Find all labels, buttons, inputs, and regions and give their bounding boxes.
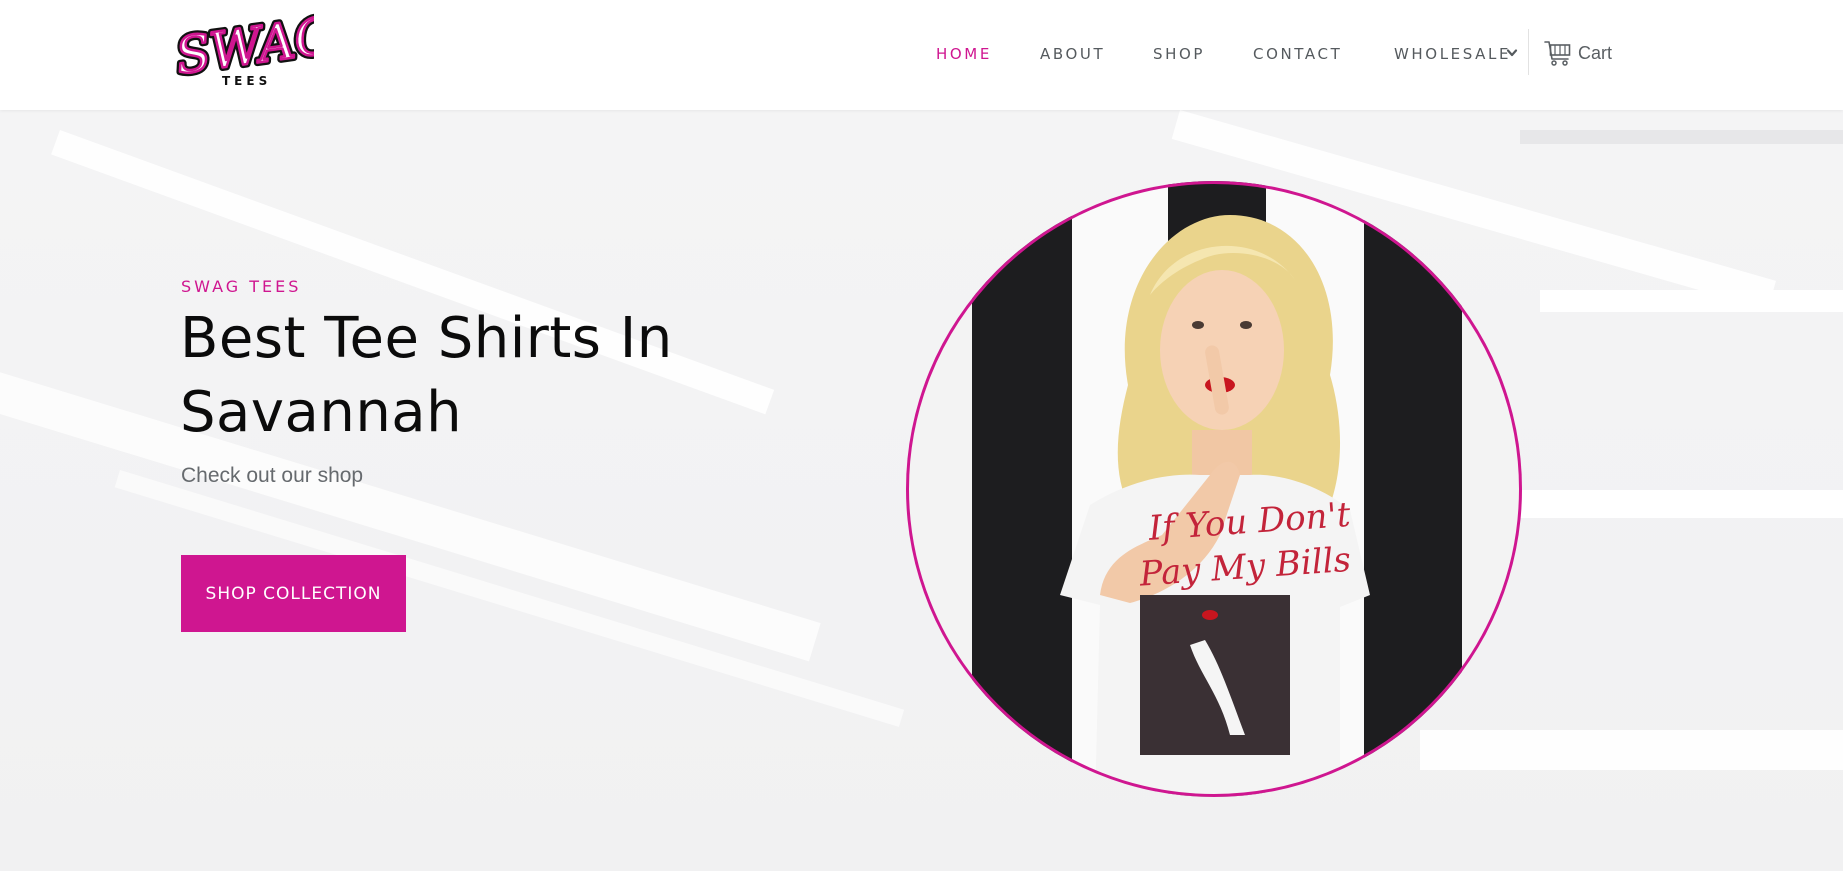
shop-collection-button[interactable]: SHOP COLLECTION	[181, 555, 406, 632]
hero-subtext: Check out our shop	[181, 464, 364, 487]
nav-item-home[interactable]: HOME	[936, 44, 992, 64]
svg-text:TEES: TEES	[222, 74, 271, 88]
hero-eyebrow: SWAG TEES	[181, 277, 302, 296]
nav-item-shop[interactable]: SHOP	[1153, 44, 1205, 64]
nav-divider	[1528, 29, 1529, 75]
chevron-down-icon[interactable]	[1506, 47, 1518, 59]
shopping-cart-icon	[1544, 41, 1571, 66]
site-header: SWAG SWAG TEES HOME ABOUT SHOP CONTACT W…	[0, 0, 1843, 110]
swag-tees-logo[interactable]: SWAG SWAG TEES	[172, 10, 314, 90]
cart-label: Cart	[1578, 43, 1613, 63]
hero-headline: Best Tee Shirts In Savannah	[180, 306, 673, 445]
hero-image: If You Don't Pay My Bills	[900, 175, 1528, 803]
nav-item-wholesale[interactable]: WHOLESALE	[1394, 44, 1511, 64]
nav-item-contact[interactable]: CONTACT	[1253, 44, 1342, 64]
page: SWAG SWAG TEES HOME ABOUT SHOP CONTACT W…	[0, 0, 1843, 871]
nav-item-about[interactable]: ABOUT	[1040, 44, 1105, 64]
cart-link[interactable]: Cart	[1544, 37, 1624, 69]
